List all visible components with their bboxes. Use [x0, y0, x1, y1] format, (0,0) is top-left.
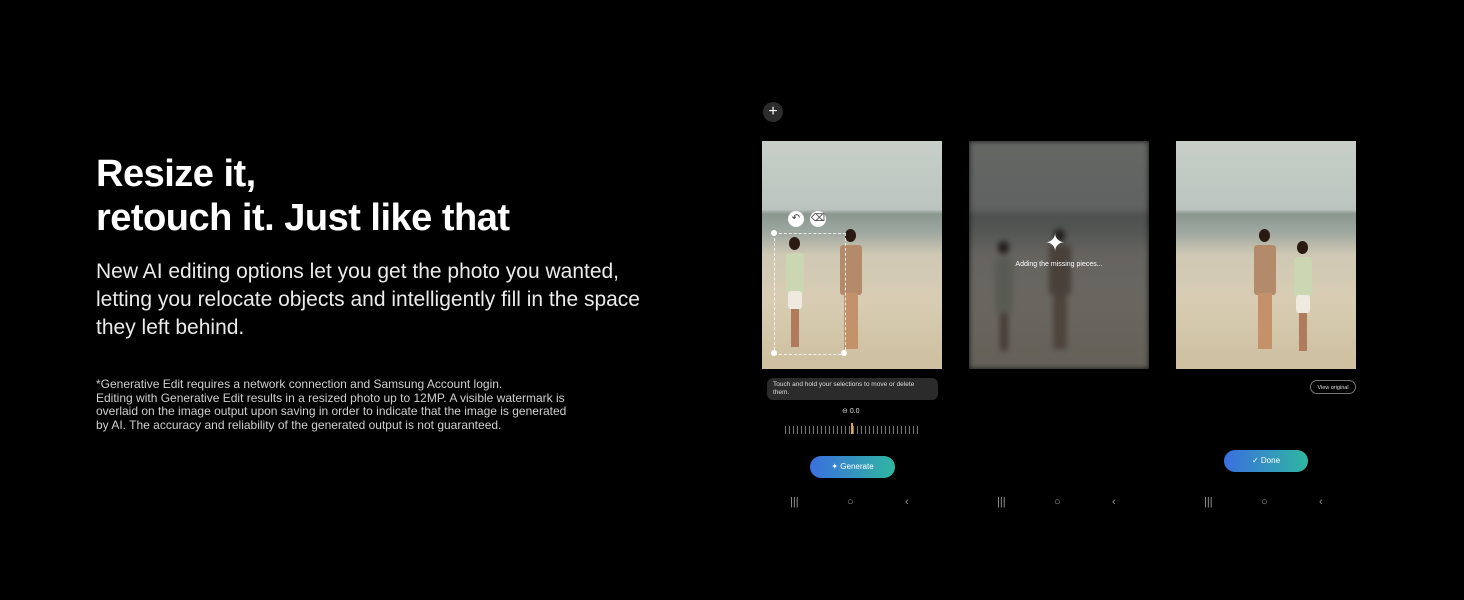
sparkle-icon: ✦ — [1045, 230, 1066, 257]
photo-result — [1176, 141, 1356, 369]
recents-icon[interactable]: ||| — [790, 494, 799, 510]
nav-bar: ||| ○ ‹ — [1204, 494, 1344, 510]
generate-label: Generate — [840, 462, 874, 471]
disclaimer: *Generative Edit requires a network conn… — [96, 377, 656, 432]
disclaimer-line: *Generative Edit requires a network conn… — [96, 377, 503, 391]
status-text: Adding the missing pieces... — [1015, 261, 1103, 268]
person-woman — [1288, 237, 1318, 352]
disclaimer-line: overlaid on the image output upon saving… — [96, 404, 567, 418]
disclaimer-line: Editing with Generative Edit results in … — [96, 390, 565, 405]
selection-handle[interactable] — [771, 350, 777, 356]
done-label: Done — [1260, 456, 1281, 465]
back-icon[interactable]: ‹ — [1112, 494, 1116, 510]
headline-line-1: Resize it, — [96, 153, 256, 195]
nav-bar: ||| ○ ‹ — [790, 494, 930, 510]
home-icon[interactable]: ○ — [1054, 494, 1061, 510]
recents-icon[interactable]: ||| — [1204, 494, 1213, 510]
selection-box[interactable] — [774, 233, 846, 355]
recents-icon[interactable]: ||| — [997, 494, 1006, 510]
back-icon[interactable]: ‹ — [1319, 494, 1323, 510]
headline-line-2: retouch it. Just like that — [96, 197, 510, 239]
photo-editing[interactable]: ↶ ⌫ — [762, 141, 942, 369]
plus-icon: + — [768, 103, 778, 120]
generate-button[interactable]: ✦ Generate — [810, 456, 895, 478]
sparkle-icon: ✦ — [831, 462, 841, 471]
body-text: New AI editing options let you get the p… — [96, 260, 640, 339]
nav-bar: ||| ○ ‹ — [997, 494, 1137, 510]
back-icon[interactable]: ‹ — [905, 494, 909, 510]
angle-value: 0.0 — [849, 408, 860, 415]
view-original-button[interactable]: View original — [1310, 380, 1356, 394]
home-icon[interactable]: ○ — [1261, 494, 1268, 510]
selection-handle[interactable] — [841, 350, 847, 356]
disclaimer-line: by AI. The accuracy and reliability of t… — [96, 417, 502, 432]
check-icon: ✓ — [1251, 456, 1261, 465]
home-icon[interactable]: ○ — [847, 494, 854, 510]
add-button[interactable]: + — [763, 102, 783, 122]
rotation-angle: ⊖ 0.0 — [842, 408, 860, 415]
eraser-icon[interactable]: ⌫ — [810, 211, 826, 227]
undo-icon[interactable]: ↶ — [788, 211, 804, 227]
ruler-marker — [851, 423, 853, 434]
hint-tooltip: Touch and hold your selections to move o… — [767, 378, 938, 400]
done-button[interactable]: ✓ Done — [1224, 450, 1308, 472]
person-man — [1248, 227, 1282, 351]
headline: Resize it, retouch it. Just like that — [96, 152, 510, 240]
selection-handle[interactable] — [771, 230, 777, 236]
photo-generating: ✦ Adding the missing pieces... — [969, 141, 1149, 369]
